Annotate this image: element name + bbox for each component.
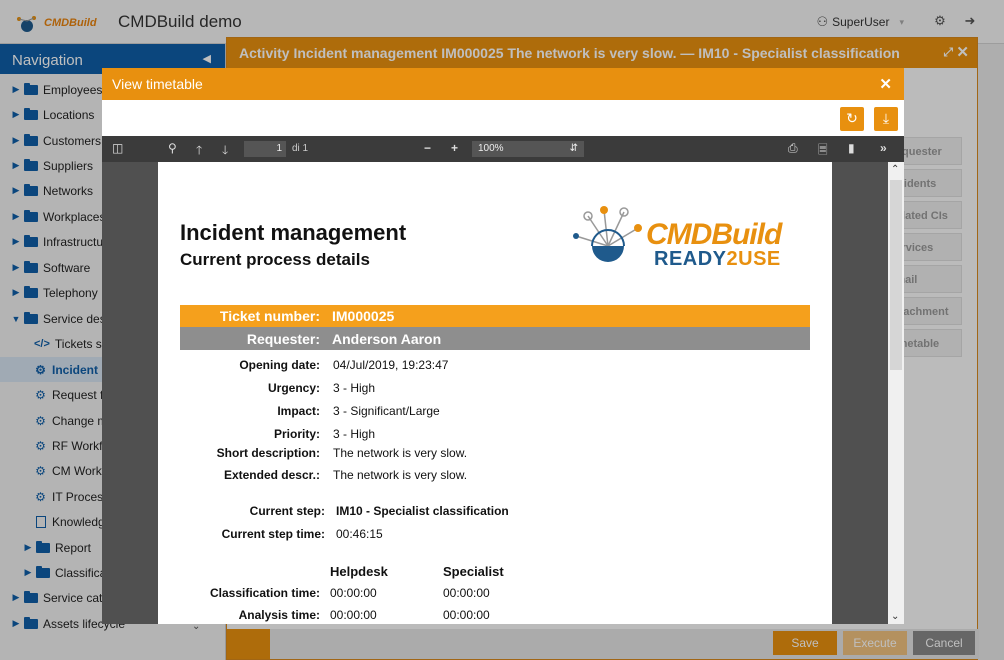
helpdesk-header: Helpdesk: [330, 564, 388, 579]
dialog-toolbar: ↻ ⤓: [102, 100, 904, 136]
save-file-icon[interactable]: 🗏: [818, 141, 828, 162]
ticket-number-label: Ticket number:: [219, 308, 320, 324]
requester-label: Requester:: [246, 331, 320, 347]
pdf-viewer[interactable]: Incident management Current process deta…: [102, 162, 904, 624]
close-icon[interactable]: ✕: [879, 75, 892, 93]
field-label: Urgency:: [267, 381, 320, 395]
scroll-up-icon[interactable]: ⌃: [891, 164, 899, 175]
brand-tagline-part-2: 2USE: [726, 248, 781, 270]
specialist-header: Specialist: [443, 564, 504, 579]
more-tools-icon[interactable]: »: [880, 141, 887, 155]
requester-value: Anderson Aaron: [332, 331, 442, 347]
document-subtitle: Current process details: [180, 250, 370, 269]
page-number-input[interactable]: 1: [244, 141, 286, 157]
field-value: 04/Jul/2019, 19:23:47: [333, 358, 449, 372]
field-value: The network is very slow.: [333, 468, 468, 482]
download-button[interactable]: ⤓: [874, 107, 898, 131]
field-label: Impact:: [277, 404, 320, 418]
time-label: Analysis time:: [238, 608, 320, 622]
field-value: The network is very slow.: [333, 446, 468, 460]
current-step-value: IM10 - Specialist classification: [336, 504, 509, 518]
current-step-time-value: 00:46:15: [336, 527, 383, 541]
select-arrows-icon: ⇵: [569, 143, 578, 154]
view-timetable-dialog: View timetable ✕ ↻ ⤓ ◫ ⚲ 🡑 🡓 1 di 1 − + …: [102, 68, 904, 624]
zoom-value: 100%: [478, 143, 504, 154]
time-label: Classification time:: [209, 586, 320, 600]
brand-logo: CMDBuild READY2USE: [568, 202, 808, 274]
bookmark-icon[interactable]: ▮: [848, 141, 855, 155]
search-icon[interactable]: ⚲: [168, 141, 177, 155]
field-value: 3 - High: [333, 381, 376, 395]
dialog-title: View timetable: [112, 76, 203, 92]
helpdesk-time: 00:00:00: [330, 608, 377, 622]
field-label: Short description:: [216, 446, 320, 460]
brand-tagline-part-1: READY: [654, 248, 727, 270]
field-label: Priority:: [273, 427, 320, 441]
pdf-toolbar: ◫ ⚲ 🡑 🡓 1 di 1 − + 100% ⇵ ⎙ 🗏 ▮ »: [102, 136, 904, 162]
field-label: Extended descr.:: [223, 468, 320, 482]
previous-page-icon[interactable]: 🡑: [196, 141, 202, 162]
brand-name: CMDBuild: [646, 218, 782, 251]
scroll-down-icon[interactable]: ⌄: [891, 611, 899, 622]
pdf-scrollbar[interactable]: ⌃ ⌄: [888, 162, 904, 624]
print-icon[interactable]: ⎙: [788, 141, 798, 156]
dialog-header: View timetable ✕: [102, 68, 904, 100]
next-page-icon[interactable]: 🡓: [222, 141, 228, 162]
specialist-time: 00:00:00: [443, 586, 490, 600]
brand-logo-icon: [573, 206, 642, 262]
scrollbar-thumb[interactable]: [890, 180, 902, 370]
current-step-time-label: Current step time:: [221, 527, 325, 541]
field-value: 3 - High: [333, 427, 376, 441]
field-label: Opening date:: [239, 358, 320, 372]
zoom-select[interactable]: 100% ⇵: [472, 141, 584, 157]
brand-tagline: READY2USE: [654, 248, 781, 271]
helpdesk-time: 00:00:00: [330, 586, 377, 600]
zoom-out-icon[interactable]: −: [424, 141, 431, 155]
sidebar-toggle-icon[interactable]: ◫: [112, 141, 123, 155]
requester-row: Requester: Anderson Aaron: [180, 327, 810, 350]
ticket-number-row: Ticket number: IM000025: [180, 305, 810, 327]
ticket-number-value: IM000025: [332, 308, 395, 324]
current-step-label: Current step:: [249, 504, 325, 518]
page-count: di 1: [292, 143, 309, 154]
document-title: Incident management: [180, 220, 407, 245]
refresh-button[interactable]: ↻: [840, 107, 864, 131]
pdf-page: Incident management Current process deta…: [158, 162, 832, 624]
specialist-time: 00:00:00: [443, 608, 490, 622]
field-value: 3 - Significant/Large: [333, 404, 440, 418]
zoom-in-icon[interactable]: +: [451, 141, 458, 155]
